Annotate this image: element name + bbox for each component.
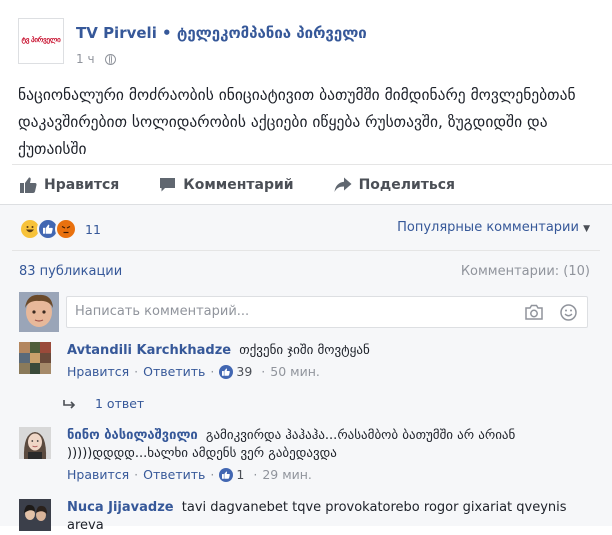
separator-dot: · <box>210 467 215 482</box>
reaction-count: 11 <box>85 221 101 237</box>
page-avatar[interactable]: ტვ პირველი <box>18 18 64 64</box>
comment-author[interactable]: Nuca Jijavadze <box>67 500 174 515</box>
like-label: Нравится <box>44 177 120 193</box>
globe-icon <box>104 53 116 65</box>
comment-like-link[interactable]: Нравится <box>67 363 129 381</box>
angry-icon <box>55 218 77 240</box>
like-icon <box>219 468 234 482</box>
separator-dot: · <box>210 364 215 379</box>
chevron-down-icon: ▼ <box>583 224 590 234</box>
post-card: ტვ პირველი TV Pirveli • ტელეკომპანია პირ… <box>0 0 612 533</box>
comment-like-link[interactable]: Нравится <box>67 466 129 484</box>
avatar[interactable] <box>19 427 51 459</box>
comment-actions: Нравится · Ответить · 1 · 29 мин. <box>67 466 587 484</box>
comment-icon <box>160 178 176 192</box>
thumbs-up-icon <box>20 177 37 193</box>
comment-sort-dropdown[interactable]: Популярные комментарии ▼ <box>397 220 590 235</box>
emoji-icon[interactable] <box>560 304 577 321</box>
avatar[interactable] <box>19 499 51 531</box>
comments-count: Комментарии: (10) <box>460 264 590 279</box>
comment-reply-link[interactable]: Ответить <box>143 363 205 381</box>
comment-label: Комментарий <box>183 177 294 193</box>
divider <box>12 164 612 165</box>
divider <box>0 204 612 205</box>
share-arrow-icon <box>334 177 352 192</box>
comment-button[interactable]: Комментарий <box>159 174 294 196</box>
comment-time[interactable]: 50 мин. <box>270 363 320 381</box>
divider <box>12 250 600 251</box>
share-label: Поделиться <box>358 177 456 193</box>
comment-author[interactable]: Avtandili Karchkhadze <box>67 343 231 358</box>
post-text: ნაციონალური მოძრაობის ინიციატივით ბათუმშ… <box>18 86 576 158</box>
page-name[interactable]: TV Pirveli • ტელეკომპანია პირველი <box>76 24 367 42</box>
comment-placeholder: Написать комментарий... <box>75 304 250 319</box>
page-logo-text: ტვ პირველი <box>21 37 61 44</box>
share-button[interactable]: Поделиться <box>334 174 455 196</box>
comment-body: ნინო ბასილაშვილი გამიკვირდა ჰაჰაჰა...რას… <box>67 427 587 484</box>
camera-icon[interactable] <box>525 304 543 320</box>
comment-reply-link[interactable]: Ответить <box>143 466 205 484</box>
view-replies-link[interactable]: 1 ответ <box>63 396 144 411</box>
like-icon <box>219 365 234 379</box>
comment-input[interactable]: Написать комментарий... <box>66 296 588 328</box>
comment-text: თქვენი ჯიში მოვტყან <box>239 343 370 358</box>
post-actions: Нравится Комментарий Поделиться <box>20 174 495 196</box>
comment-body: Avtandili Karchkhadze თქვენი ჯიში მოვტყა… <box>67 342 587 381</box>
sort-label: Популярные комментарии <box>397 220 579 235</box>
separator-dot: · <box>253 467 258 482</box>
separator-dot: · <box>261 364 266 379</box>
reply-arrow-icon <box>63 399 76 409</box>
avatar[interactable] <box>19 292 59 332</box>
comment-actions: Нравится · Ответить · 39 · 50 мин. <box>67 363 587 381</box>
replies-count: 1 ответ <box>95 396 145 411</box>
comment-time[interactable]: 29 мин. <box>262 466 312 484</box>
like-button[interactable]: Нравится <box>20 174 119 196</box>
comment-body: Nuca Jijavadze tavi dagvanebet tqve prov… <box>67 499 587 535</box>
separator-dot: · <box>134 467 139 482</box>
comment-like-count[interactable]: 1 <box>236 466 244 484</box>
comment-author[interactable]: ნინო ბასილაშვილი <box>67 428 198 443</box>
reactions-summary[interactable]: 11 <box>19 218 101 240</box>
avatar[interactable] <box>19 342 51 374</box>
post-meta: 1 ч <box>76 52 116 66</box>
comment-like-count[interactable]: 39 <box>236 363 252 381</box>
publications-link[interactable]: 83 публикации <box>19 264 122 279</box>
post-time[interactable]: 1 ч <box>76 52 95 66</box>
separator-dot: · <box>134 364 139 379</box>
